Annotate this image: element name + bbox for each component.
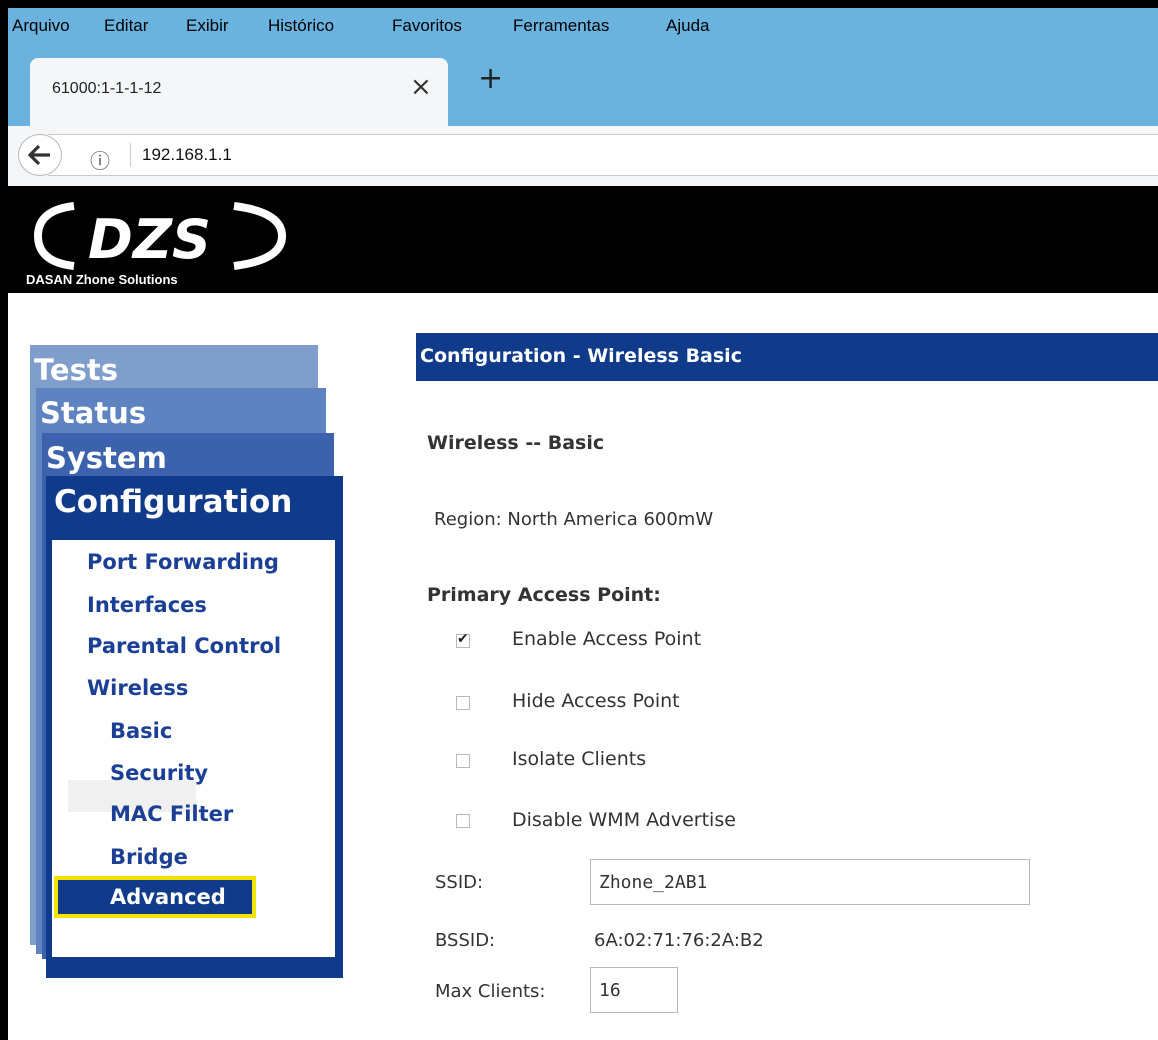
info-icon[interactable]: ⓘ: [90, 145, 110, 174]
sidebar-subitem-basic[interactable]: Basic: [110, 719, 172, 743]
plus-icon[interactable]: +: [478, 64, 503, 94]
max-clients-input[interactable]: [590, 967, 678, 1013]
sidebar-item-port-forwarding[interactable]: Port Forwarding: [87, 550, 279, 574]
window-left-border: [0, 0, 8, 1040]
tab-status-label: Status: [40, 396, 147, 430]
tab-system-label: System: [46, 441, 167, 475]
hide-access-point-label: Hide Access Point: [512, 690, 680, 712]
enable-access-point-checkbox[interactable]: [456, 631, 470, 648]
bssid-label: BSSID:: [435, 930, 496, 951]
menu-exibir[interactable]: Exibir: [186, 16, 229, 36]
menu-historico[interactable]: Histórico: [268, 16, 334, 36]
menu-ajuda[interactable]: Ajuda: [666, 16, 709, 36]
sidebar-subitem-advanced[interactable]: Advanced: [54, 876, 256, 918]
menu-bar: Arquivo Editar Exibir Histórico Favorito…: [8, 8, 1158, 42]
url-separator: [130, 143, 131, 167]
company-name: DASAN Zhone Solutions: [26, 272, 178, 287]
tab-configuration-label: Configuration: [54, 484, 293, 520]
dzs-logo: DZS: [34, 202, 286, 271]
access-point-title: Primary Access Point:: [427, 584, 661, 606]
content-header: Configuration - Wireless Basic: [416, 333, 1158, 381]
sidebar-subitem-security[interactable]: Security: [110, 761, 208, 785]
isolate-clients-checkbox[interactable]: [456, 754, 470, 768]
close-icon[interactable]: ×: [410, 72, 432, 102]
sidebar-subitem-bridge[interactable]: Bridge: [110, 845, 188, 869]
hide-access-point-checkbox[interactable]: [456, 696, 470, 710]
window-top-border: [0, 0, 1158, 8]
ssid-input[interactable]: [590, 859, 1030, 905]
logo-text: DZS: [88, 208, 211, 271]
back-button[interactable]: [18, 134, 62, 176]
sidebar-item-interfaces[interactable]: Interfaces: [87, 593, 207, 617]
sidebar-subitem-mac-filter[interactable]: MAC Filter: [110, 802, 233, 826]
menu-arquivo[interactable]: Arquivo: [12, 16, 70, 36]
tab-title: 61000:1-1-1-12: [52, 80, 162, 97]
sidebar-item-wireless[interactable]: Wireless: [87, 676, 188, 700]
navigation-bar: ⓘ 192.168.1.1: [8, 126, 1158, 187]
menu-favoritos[interactable]: Favoritos: [392, 16, 462, 36]
page-title: Configuration - Wireless Basic: [420, 345, 742, 367]
disable-wmm-label: Disable WMM Advertise: [512, 809, 736, 831]
section-title: Wireless -- Basic: [427, 432, 605, 454]
sidebar-item-parental-control[interactable]: Parental Control: [87, 634, 281, 658]
disable-wmm-checkbox[interactable]: [456, 814, 470, 828]
menu-editar[interactable]: Editar: [104, 16, 148, 36]
url-text[interactable]: 192.168.1.1: [142, 145, 232, 165]
router-header: DZS DASAN Zhone Solutions: [8, 186, 1158, 293]
bssid-value: 6A:02:71:76:2A:B2: [594, 930, 764, 951]
tab-strip: 61000:1-1-1-12 × +: [8, 42, 1158, 126]
sidebar-subitem-advanced-label: Advanced: [110, 885, 226, 909]
browser-tab[interactable]: 61000:1-1-1-12 ×: [30, 58, 448, 126]
region-text: Region: North America 600mW: [434, 509, 714, 530]
url-bar[interactable]: ⓘ 192.168.1.1: [48, 134, 1158, 176]
menu-ferramentas[interactable]: Ferramentas: [513, 16, 609, 36]
ssid-label: SSID:: [435, 872, 484, 893]
enable-access-point-label: Enable Access Point: [512, 628, 702, 650]
max-clients-label: Max Clients:: [435, 981, 546, 1002]
tab-tests-label: Tests: [34, 353, 118, 387]
isolate-clients-label: Isolate Clients: [512, 748, 647, 770]
back-arrow-icon: [28, 144, 50, 166]
